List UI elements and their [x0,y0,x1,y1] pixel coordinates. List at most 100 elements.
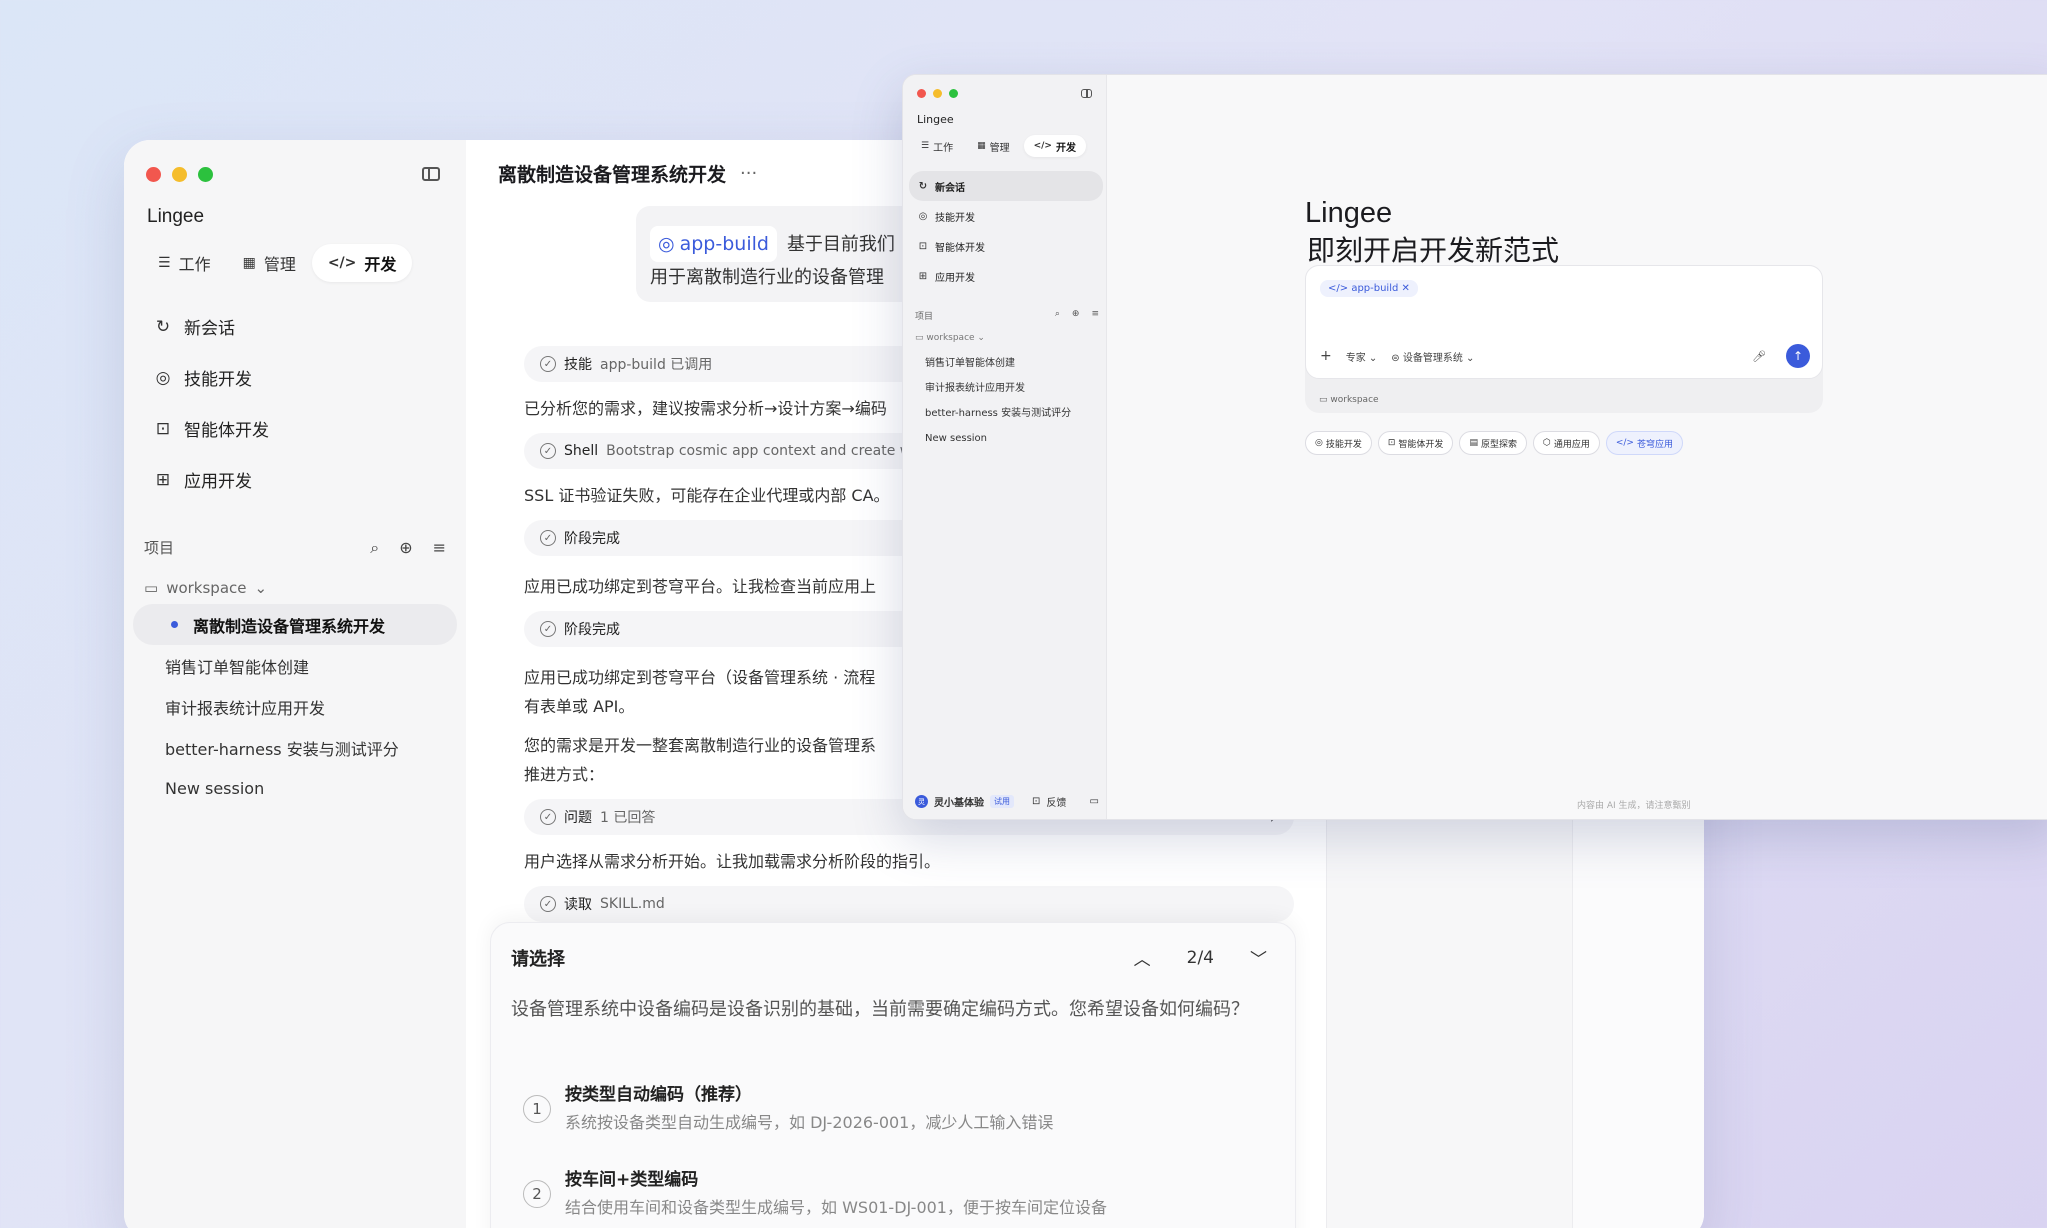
avatar[interactable]: 灵 [915,795,928,808]
folder-icon[interactable]: ▭ [1090,796,1099,807]
new-folder-icon[interactable]: ⊕ [399,538,412,558]
composer-wrapper: </> app-build ✕ + 专家 ⌄ ⊜ 设备管理系统 ⌄ 🎤︎ ↑ ▭… [1305,265,1823,413]
tab-manage[interactable]: ▦ 管理 [227,244,312,282]
page-title: 即刻开启开发新范式 [1307,234,1560,267]
quick-cosmic-app[interactable]: </> 苍穹应用 [1605,431,1683,455]
tool-call-row[interactable]: ✓ 读取 SKILL.md [524,886,1294,922]
new-folder-icon[interactable]: ⊕ [1072,309,1080,322]
page-title: 离散制造设备管理系统开发 ··· [498,163,758,186]
chevron-down-icon[interactable]: ﹀ [1250,945,1267,970]
zoom-window-button[interactable] [949,89,958,98]
sidebar-item-skill-dev[interactable]: ◎ 技能开发 [909,201,1103,231]
list-check-icon: ☰ [158,255,171,271]
mode-tabs: ☰ 工作 ▦ 管理 </> 开发 [911,135,1086,157]
code-icon: </> [1033,141,1052,151]
new-chat-icon: ↻ [918,180,928,192]
projects-title: 项目 [144,539,175,557]
skill-icon: ◎ [918,210,928,222]
brand-name: Lingee [147,206,205,227]
list-item[interactable]: 审计报表统计应用开发 [925,376,1071,401]
sidebar-item-app-dev[interactable]: ⊞ 应用开发 [142,454,448,505]
sidebar-nav: ↻ 新会话 ◎ 技能开发 ⊡ 智能体开发 ⊞ 应用开发 [142,301,448,505]
skill-icon: ◎ [658,233,675,255]
sidebar-item-agent-dev[interactable]: ⊡ 智能体开发 [142,403,448,454]
skill-chip[interactable]: </> app-build ✕ [1320,280,1418,297]
check-icon: ✓ [540,896,556,912]
composer-toolbar: + 专家 ⌄ ⊜ 设备管理系统 ⌄ 🎤︎ ↑ [1320,344,1810,368]
projects-header: 项目 ⌕ ⊕ ≡ [915,309,1099,322]
choice-pager: ︿ 2/4 ﹀ [1134,945,1267,971]
building-icon: ▦ [242,255,256,271]
new-chat-icon: ↻ [155,316,171,337]
chevron-up-icon[interactable]: ︿ [1134,945,1151,970]
sidebar-nav: ↻ 新会话 ◎ 技能开发 ⊡ 智能体开发 ⊞ 应用开发 [909,171,1103,291]
list-icon[interactable]: ≡ [1091,309,1099,322]
sidebar-item-app-dev[interactable]: ⊞ 应用开发 [909,261,1103,291]
send-button[interactable]: ↑ [1786,344,1810,368]
close-window-button[interactable] [917,89,926,98]
feedback-icon[interactable]: ⊡ [1032,796,1040,807]
feedback-link[interactable]: 反馈 [1046,794,1066,809]
search-icon[interactable]: ⌕ [370,538,379,558]
system-select[interactable]: ⊜ 设备管理系统 ⌄ [1391,349,1474,364]
list-item[interactable]: New session [925,426,1071,451]
tab-work[interactable]: ☰ 工作 [911,135,963,157]
sidebar-item-new-chat[interactable]: ↻ 新会话 [142,301,448,352]
close-window-button[interactable] [146,167,161,182]
quick-agent-dev[interactable]: ⊡ 智能体开发 [1377,431,1454,455]
window-controls [917,89,958,98]
quick-actions: ◎ 技能开发 ⊡ 智能体开发 ▤ 原型探索 ⬡ 通用应用 </> 苍穹应用 [1305,431,1683,455]
choice-title: 请选择 [511,949,565,970]
sidebar: Lingee ☰ 工作 ▦ 管理 </> 开发 ↻ 新会话 ◎ 技能开发 ⊡ 智能体开发 ⊞… [903,75,1107,819]
minimize-window-button[interactable] [933,89,942,98]
minimize-window-button[interactable] [172,167,187,182]
zoom-window-button[interactable] [198,167,213,182]
tab-work[interactable]: ☰ 工作 [142,244,227,282]
workspace-folder[interactable]: ▭ workspace ⌄ [915,333,985,343]
list-item[interactable]: 离散制造设备管理系统开发 [133,604,457,645]
brand-name: Lingee [917,113,954,126]
check-icon: ✓ [540,530,556,546]
check-icon: ✓ [540,621,556,637]
robot-icon: ⊡ [918,240,928,252]
more-icon[interactable]: ··· [740,163,757,184]
list-item[interactable]: New session [133,768,457,809]
list-item[interactable]: 销售订单智能体创建 [133,645,457,686]
choice-option-1[interactable]: 1 按类型自动编码（推荐） 系统按设备类型自动生成编号，如 DJ-2026-00… [523,1081,1053,1137]
list-item[interactable]: better-harness 安装与测试评分 [925,401,1071,426]
skill-chip: ◎ app-build [650,226,777,262]
apps-grid-icon: ⊞ [155,469,171,490]
quick-prototype[interactable]: ▤ 原型探索 [1459,431,1527,455]
tab-develop[interactable]: </> 开发 [311,244,413,282]
composer-workspace[interactable]: ▭ workspace [1319,395,1379,405]
list-item[interactable]: better-harness 安装与测试评分 [133,727,457,768]
prompt-input[interactable]: </> app-build ✕ + 专家 ⌄ ⊜ 设备管理系统 ⌄ 🎤︎ ↑ [1305,265,1823,379]
sidebar-item-agent-dev[interactable]: ⊡ 智能体开发 [909,231,1103,261]
list-item[interactable]: 审计报表统计应用开发 [133,686,457,727]
chevron-down-icon: ⌄ [254,579,268,597]
sidebar-item-new-chat[interactable]: ↻ 新会话 [909,171,1103,201]
apps-grid-icon: ⊞ [918,270,928,282]
sidebar-item-skill-dev[interactable]: ◎ 技能开发 [142,352,448,403]
window-controls [146,167,213,182]
list-icon[interactable]: ≡ [433,538,446,558]
status-badge: 试用 [990,795,1014,808]
list-check-icon: ☰ [921,141,930,151]
tab-develop[interactable]: </> 开发 [1023,135,1086,157]
quick-skill-dev[interactable]: ◎ 技能开发 [1305,431,1372,455]
folder-icon: ▭ [144,579,159,597]
workspace-folder[interactable]: ▭ workspace ⌄ [144,579,267,597]
list-item[interactable]: 销售订单智能体创建 [925,351,1071,376]
sidebar-toggle-icon[interactable] [1081,89,1092,98]
quick-general-app[interactable]: ⬡ 通用应用 [1532,431,1600,455]
search-icon[interactable]: ⌕ [1055,309,1060,322]
tab-manage[interactable]: ▦ 管理 [967,135,1020,157]
skill-icon: ◎ [155,367,171,388]
choice-option-2[interactable]: 2 按车间+类型编码 结合使用车间和设备类型生成编号，如 WS01-DJ-001… [523,1166,1107,1222]
disclaimer: 内容由 AI 生成，请注意甄别 [1577,801,1691,811]
sidebar-toggle-icon[interactable] [422,167,440,181]
microphone-icon[interactable]: 🎤︎ [1752,350,1766,363]
mode-select[interactable]: 专家 ⌄ [1346,349,1378,364]
mode-tabs: ☰ 工作 ▦ 管理 </> 开发 [142,243,446,283]
plus-icon[interactable]: + [1320,348,1332,364]
